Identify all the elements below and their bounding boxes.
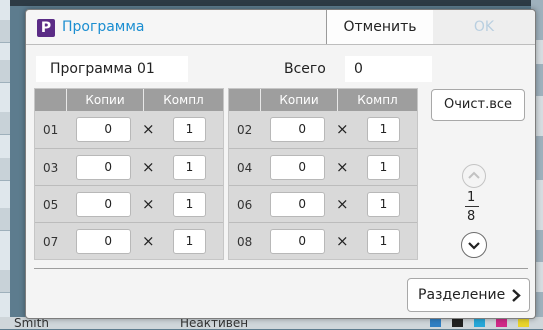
total-value: 0 (345, 56, 432, 82)
header-sets: Компл (357, 93, 398, 107)
divider (34, 268, 528, 269)
toner-chip (430, 318, 441, 327)
header-copies: Копии (85, 93, 125, 107)
sets-input[interactable]: 1 (173, 229, 206, 254)
copies-input[interactable]: 0 (76, 155, 131, 180)
toner-chip (474, 318, 485, 327)
sets-input[interactable]: 1 (173, 117, 206, 142)
program-dialog: P Программа Отменить OK Программа 01 Все… (25, 9, 536, 319)
row-number: 06 (237, 198, 253, 212)
chevron-down-icon (468, 242, 480, 250)
toner-chip (496, 318, 507, 327)
split-button[interactable]: Разделение (407, 278, 530, 312)
dialog-titlebar: P Программа Отменить OK (26, 10, 535, 45)
copies-input[interactable]: 0 (76, 229, 131, 254)
row-number: 01 (43, 123, 59, 137)
times-sign: × (142, 195, 155, 213)
sets-input[interactable]: 1 (367, 117, 400, 142)
total-label: Всего (284, 61, 326, 77)
page-total: 8 (467, 209, 476, 224)
sets-input[interactable]: 1 (173, 192, 206, 217)
table-row: 03 0 × 1 (35, 148, 223, 186)
row-number: 07 (43, 235, 59, 249)
program-table-right: Копии Компл 02 0 × 1 04 0 × 1 06 0 × 1 0… (228, 88, 418, 260)
times-sign: × (336, 120, 349, 138)
program-name-field[interactable]: Программа 01 (36, 56, 188, 82)
table-row: 07 0 × 1 (35, 222, 223, 260)
times-sign: × (336, 158, 349, 176)
toner-chip (452, 318, 463, 327)
copies-input[interactable]: 0 (76, 192, 131, 217)
copies-input[interactable]: 0 (270, 117, 325, 142)
program-badge-icon: P (37, 19, 55, 37)
table-row: 02 0 × 1 (229, 111, 417, 148)
split-button-label: Разделение (418, 287, 506, 303)
cancel-button[interactable]: Отменить (326, 10, 434, 44)
table-row: 01 0 × 1 (35, 111, 223, 148)
clear-all-button[interactable]: Очист.все (431, 89, 525, 121)
times-sign: × (142, 120, 155, 138)
header-copies: Копии (279, 93, 319, 107)
times-sign: × (142, 232, 155, 250)
scroll-down-button[interactable] (461, 232, 487, 258)
row-number: 03 (43, 161, 59, 175)
table-header: Копии Компл (229, 89, 417, 111)
copies-input[interactable]: 0 (270, 192, 325, 217)
row-number: 08 (237, 235, 253, 249)
table-row: 06 0 × 1 (229, 185, 417, 223)
copies-input[interactable]: 0 (270, 229, 325, 254)
toner-chip (518, 318, 529, 327)
sets-input[interactable]: 1 (367, 155, 400, 180)
page-fraction-bar (465, 206, 479, 207)
copies-input[interactable]: 0 (270, 155, 325, 180)
scroll-up-button[interactable] (462, 164, 486, 188)
copies-input[interactable]: 0 (76, 117, 131, 142)
sets-input[interactable]: 1 (367, 229, 400, 254)
table-header: Копии Компл (35, 89, 223, 111)
program-table-left: Копии Компл 01 0 × 1 03 0 × 1 05 0 × 1 0… (34, 88, 224, 260)
ok-button[interactable]: OK (433, 10, 535, 44)
row-number: 04 (237, 161, 253, 175)
background-left-panel (0, 0, 10, 329)
table-row: 08 0 × 1 (229, 222, 417, 260)
times-sign: × (142, 158, 155, 176)
dialog-title: Программа (62, 19, 145, 35)
header-sets: Компл (163, 93, 204, 107)
sets-input[interactable]: 1 (173, 155, 206, 180)
times-sign: × (336, 195, 349, 213)
row-number: 02 (237, 123, 253, 137)
page-current: 1 (467, 190, 476, 205)
chevron-right-icon (512, 289, 521, 302)
table-row: 05 0 × 1 (35, 185, 223, 223)
table-row: 04 0 × 1 (229, 148, 417, 186)
times-sign: × (336, 232, 349, 250)
chevron-up-icon (468, 171, 480, 179)
app-top-bar (0, 0, 543, 6)
row-number: 05 (43, 198, 59, 212)
sets-input[interactable]: 1 (367, 192, 400, 217)
